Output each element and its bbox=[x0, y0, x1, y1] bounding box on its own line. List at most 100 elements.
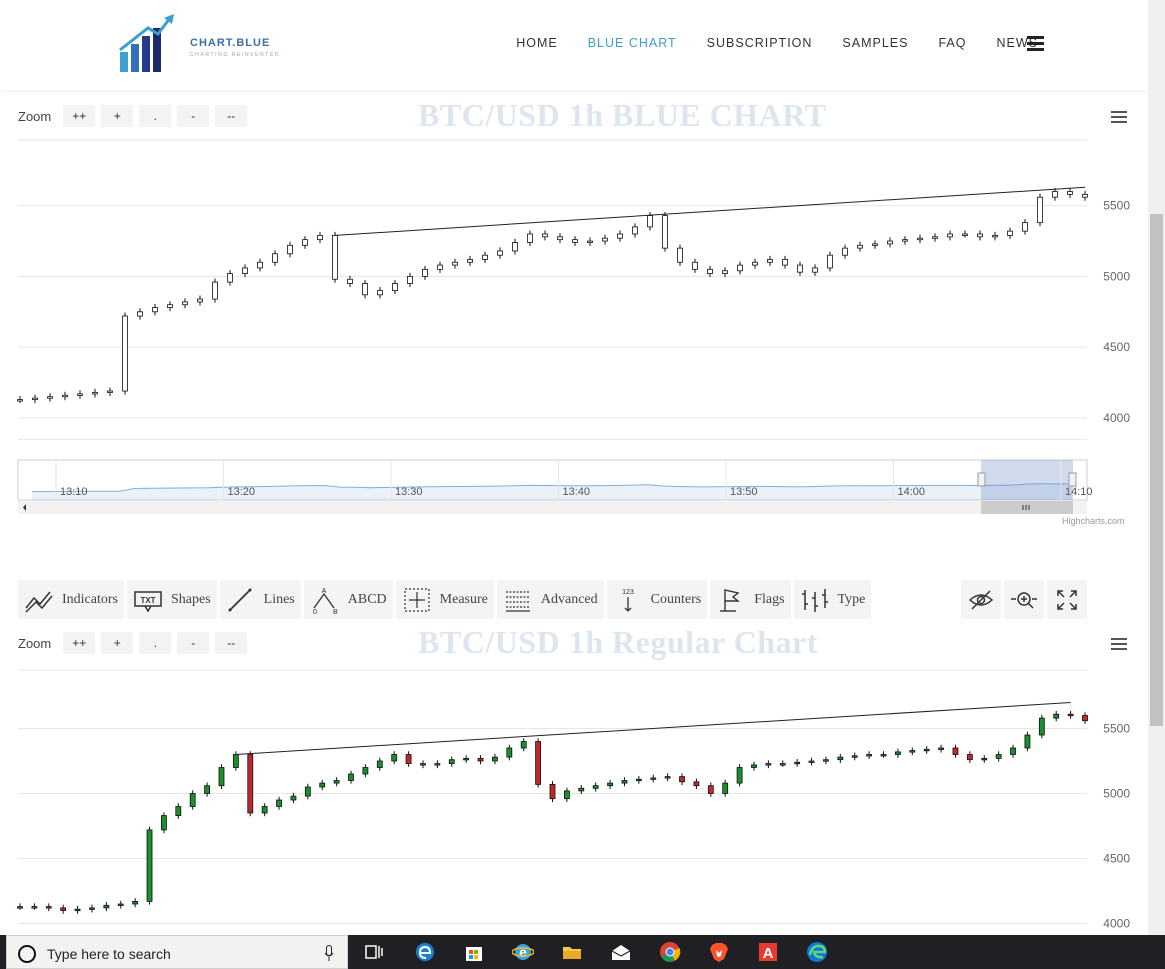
candle-body bbox=[607, 782, 613, 787]
zoom-in-button[interactable]: + bbox=[101, 105, 134, 127]
mail-icon[interactable] bbox=[610, 941, 632, 963]
page-scrollbar-thumb[interactable] bbox=[1150, 214, 1163, 726]
hamburger-menu-icon[interactable] bbox=[1027, 36, 1044, 51]
nav-subscription[interactable]: SUBSCRIPTION bbox=[707, 36, 813, 50]
tool-lines-label: Lines bbox=[263, 591, 295, 607]
page: CHART.BLUE CHARTING REINVENTED HOME BLUE… bbox=[0, 0, 1165, 969]
candle-body bbox=[62, 394, 68, 398]
tool-lines[interactable]: Lines bbox=[219, 580, 301, 619]
candle-body bbox=[527, 233, 533, 243]
zoom-out-button[interactable]: - bbox=[177, 632, 210, 654]
chart-navigator[interactable]: 13:10 13:20 13:30 13:40 13:50 14:00 14:10 bbox=[0, 455, 1148, 517]
candle-body bbox=[333, 780, 340, 784]
candle-body bbox=[923, 748, 930, 752]
candle-body bbox=[917, 237, 923, 241]
zoom-out-most-button[interactable]: -- bbox=[215, 105, 248, 127]
candle-body bbox=[1082, 193, 1088, 198]
candle-body bbox=[218, 767, 225, 787]
candle-body bbox=[722, 270, 728, 274]
edge-legacy-icon[interactable] bbox=[414, 941, 436, 963]
page-scrollbar[interactable] bbox=[1148, 0, 1165, 935]
zoom-bar-2: Zoom ++ + . - -- bbox=[18, 632, 248, 654]
tool-shapes[interactable]: TXT Shapes bbox=[126, 580, 217, 619]
navigator-tick-label: 13:20 bbox=[228, 486, 256, 498]
zoom-out-most-button[interactable]: -- bbox=[215, 632, 248, 654]
candle-body bbox=[520, 741, 527, 749]
candle-body bbox=[837, 756, 844, 761]
internet-explorer-icon[interactable]: e bbox=[512, 941, 534, 963]
edge-icon[interactable] bbox=[806, 941, 828, 963]
trendline bbox=[334, 186, 1086, 236]
candle-body bbox=[175, 806, 182, 816]
tool-indicators[interactable]: Indicators bbox=[18, 580, 124, 619]
candle-body bbox=[549, 784, 556, 800]
candle-body bbox=[765, 763, 772, 766]
tool-type[interactable]: Type bbox=[793, 580, 872, 619]
logo-text: CHART.BLUE bbox=[190, 37, 271, 49]
hide-button[interactable] bbox=[961, 580, 1001, 619]
acrobat-icon[interactable]: A bbox=[757, 941, 779, 963]
candle-body bbox=[857, 244, 863, 249]
credits-link[interactable]: Highcharts.com bbox=[1062, 516, 1125, 526]
zoom-bar-1: Zoom ++ + . - -- bbox=[18, 105, 248, 127]
candle-body bbox=[152, 307, 158, 313]
store-icon[interactable] bbox=[463, 941, 485, 963]
task-view-icon[interactable] bbox=[363, 941, 385, 963]
candle-body bbox=[290, 795, 297, 801]
tool-flags[interactable]: Flags bbox=[710, 580, 791, 619]
tool-counters-label: Counters bbox=[650, 591, 702, 607]
zoom-reset-button[interactable]: . bbox=[139, 632, 172, 654]
zoom-out-button[interactable]: - bbox=[177, 105, 210, 127]
candle-body bbox=[103, 904, 110, 909]
candle-body bbox=[287, 244, 293, 255]
nav-blue-chart[interactable]: BLUE CHART bbox=[588, 36, 677, 50]
fullscreen-button[interactable] bbox=[1047, 580, 1087, 619]
file-explorer-icon[interactable] bbox=[561, 941, 583, 963]
tool-counters[interactable]: 123 Counters bbox=[606, 580, 708, 619]
candle-body bbox=[1082, 715, 1088, 722]
candle-body bbox=[227, 273, 233, 283]
zoom-in-button[interactable]: + bbox=[101, 632, 134, 654]
tool-measure[interactable]: Measure bbox=[395, 580, 494, 619]
navigator-scrollbar-track bbox=[18, 501, 1087, 514]
candle-body bbox=[302, 239, 308, 246]
candle-body bbox=[621, 780, 628, 784]
candle-body bbox=[77, 393, 83, 396]
candle-body bbox=[977, 233, 983, 238]
y-tick-label: 5500 bbox=[1103, 199, 1130, 213]
candle-body bbox=[737, 264, 743, 272]
candle-body bbox=[492, 756, 498, 762]
chart-menu-icon[interactable] bbox=[1111, 111, 1127, 125]
zoom-in-most-button[interactable]: ++ bbox=[63, 632, 96, 654]
advanced-icon bbox=[505, 590, 530, 612]
tool-advanced[interactable]: Advanced bbox=[496, 580, 604, 619]
brave-icon[interactable] bbox=[708, 941, 730, 963]
zoom-reset-button[interactable]: . bbox=[139, 105, 172, 127]
zoom-tool-button[interactable] bbox=[1004, 580, 1044, 619]
logo[interactable]: CHART.BLUE CHARTING REINVENTED bbox=[118, 14, 298, 80]
chart-title-regular: BTC/USD 1h Regular Chart bbox=[418, 624, 818, 660]
candle-body bbox=[317, 234, 323, 241]
candle-body bbox=[448, 759, 455, 764]
microphone-icon[interactable] bbox=[324, 945, 334, 962]
candle-body bbox=[767, 259, 773, 263]
nav-faq[interactable]: FAQ bbox=[938, 36, 966, 50]
chart-title-blue: BTC/USD 1h BLUE CHART bbox=[418, 97, 827, 133]
candle-body bbox=[932, 236, 938, 239]
candle-body bbox=[966, 754, 973, 761]
windows-taskbar: Type here to search e A bbox=[0, 935, 1165, 969]
tool-measure-label: Measure bbox=[439, 591, 488, 607]
zoom-in-most-button[interactable]: ++ bbox=[63, 105, 96, 127]
candle-body bbox=[407, 276, 413, 284]
nav-samples[interactable]: SAMPLES bbox=[842, 36, 908, 50]
chart-regular: 4000 4500 5000 5500 bbox=[17, 669, 1130, 931]
tool-abcd[interactable]: A 0 B ABCD bbox=[303, 580, 393, 619]
candle-body bbox=[782, 259, 788, 266]
chrome-icon[interactable] bbox=[659, 941, 681, 963]
candle-body bbox=[247, 754, 254, 814]
candle-body bbox=[981, 758, 988, 761]
svg-text:A: A bbox=[321, 588, 326, 595]
chart-menu-icon[interactable] bbox=[1111, 638, 1127, 652]
nav-home[interactable]: HOME bbox=[516, 36, 558, 50]
taskbar-search[interactable]: Type here to search bbox=[6, 935, 348, 969]
